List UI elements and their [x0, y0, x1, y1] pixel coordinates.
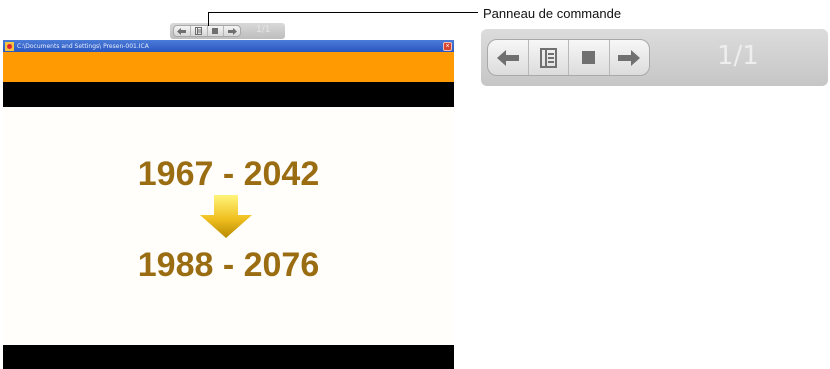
stop-icon	[582, 51, 596, 64]
stop-icon	[212, 28, 219, 34]
callout-label: Panneau de commande	[483, 6, 622, 21]
close-icon[interactable]: ×	[443, 41, 452, 51]
arrow-right-icon	[618, 49, 641, 66]
window-title: C:\Documents and Settings\ Presen-001.IC…	[17, 42, 149, 50]
mini-button-group	[173, 25, 241, 37]
callout-leader-horizontal	[208, 12, 478, 13]
list-icon	[539, 47, 557, 68]
control-button-group	[487, 39, 650, 76]
mini-stop-button[interactable]	[208, 26, 225, 36]
page-indicator: 1/1	[717, 41, 759, 71]
stop-button[interactable]	[569, 40, 610, 75]
mini-page-indicator: 1/1	[256, 25, 271, 35]
arrow-left-icon	[496, 49, 519, 66]
slide-line-1: 1967 - 2042	[137, 155, 320, 193]
presentation-window: C:\Documents and Settings\ Presen-001.IC…	[3, 40, 454, 369]
previous-button[interactable]	[488, 40, 529, 75]
next-button[interactable]	[610, 40, 650, 75]
arrow-right-icon	[227, 27, 237, 35]
app-icon	[5, 41, 14, 51]
window-titlebar[interactable]: C:\Documents and Settings\ Presen-001.IC…	[3, 40, 454, 52]
slide-line-2: 1988 - 2076	[137, 246, 320, 284]
mini-previous-button[interactable]	[174, 26, 191, 36]
list-icon	[195, 27, 203, 35]
arrow-left-icon	[177, 27, 187, 35]
down-arrow-icon	[200, 195, 252, 238]
mini-next-button[interactable]	[224, 26, 240, 36]
callout-leader-vertical	[208, 12, 209, 26]
mini-slide-list-button[interactable]	[191, 26, 208, 36]
slide-list-button[interactable]	[529, 40, 569, 75]
control-panel: 1/1	[481, 29, 828, 86]
slide-content: 1967 - 2042 1988 - 2076	[3, 107, 454, 345]
orange-banner	[3, 52, 454, 82]
mini-control-panel: 1/1	[170, 23, 285, 39]
